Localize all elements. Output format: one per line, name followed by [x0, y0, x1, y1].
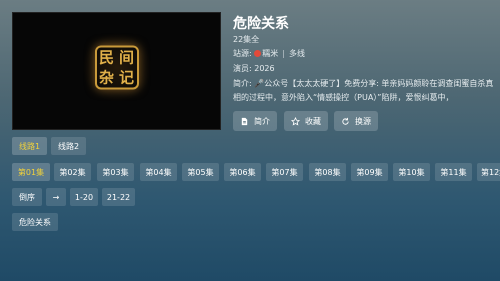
- episode-item-label: 第12集: [481, 167, 500, 177]
- episode-item[interactable]: 第01集: [12, 163, 50, 181]
- episode-item[interactable]: 第08集: [309, 163, 346, 181]
- page-title: 危险关系: [233, 16, 289, 32]
- document-icon: [241, 117, 248, 125]
- intro-text: 简介: 🎤公众号【太太太硬了】免费分享: 单亲妈妈颜聆在调查闺蜜自杀真相的过程中…: [233, 79, 494, 102]
- intro-button[interactable]: 简介: [233, 111, 277, 131]
- episode-item[interactable]: 第07集: [266, 163, 303, 181]
- favorite-button-label: 收藏: [305, 116, 321, 126]
- route-tab-1[interactable]: 线路1: [12, 137, 47, 155]
- episode-item[interactable]: 第09集: [351, 163, 388, 181]
- episode-item[interactable]: 第02集: [54, 163, 91, 181]
- range-tab-1-20[interactable]: 1-20: [70, 188, 98, 206]
- episode-item[interactable]: 第06集: [224, 163, 261, 181]
- poster-logo: 民 间 杂 记: [94, 45, 139, 90]
- logo-char: 民: [98, 47, 114, 66]
- route-tab-2[interactable]: 线路2: [51, 137, 86, 155]
- source-name: 糯米: [262, 49, 279, 58]
- route-mode: 多线: [288, 49, 305, 58]
- episode-item[interactable]: 第12集: [477, 163, 500, 181]
- range-tab-21-22[interactable]: 21-22: [102, 188, 135, 206]
- refresh-icon: [342, 117, 349, 125]
- divider: |: [282, 49, 285, 58]
- poster-image: 民 间 杂 记: [12, 12, 221, 130]
- logo-char: 间: [118, 47, 134, 66]
- episode-item[interactable]: 第05集: [182, 163, 219, 181]
- episode-count: 22集全: [233, 35, 260, 44]
- source-icon: [254, 50, 262, 57]
- source-info: 站源: 糯米 | 多线: [233, 48, 305, 59]
- sort-button[interactable]: 倒序: [12, 188, 42, 206]
- logo-char: 记: [118, 67, 134, 86]
- favorite-button[interactable]: 收藏: [284, 111, 328, 131]
- star-icon: [291, 116, 300, 126]
- logo-char: 杂: [98, 67, 114, 86]
- switch-source-button-label: 换源: [355, 116, 371, 126]
- arrow-right-icon[interactable]: →: [46, 188, 66, 206]
- actor-info: 演员: 2026: [233, 64, 275, 73]
- switch-source-button[interactable]: 换源: [334, 111, 378, 131]
- source-label: 站源:: [233, 49, 252, 58]
- episode-item[interactable]: 第04集: [140, 163, 177, 181]
- episode-item[interactable]: 第11集: [435, 163, 472, 181]
- intro-button-label: 简介: [254, 116, 270, 126]
- related-item[interactable]: 危险关系: [12, 213, 58, 231]
- episode-item[interactable]: 第10集: [393, 163, 430, 181]
- episode-item[interactable]: 第03集: [97, 163, 134, 181]
